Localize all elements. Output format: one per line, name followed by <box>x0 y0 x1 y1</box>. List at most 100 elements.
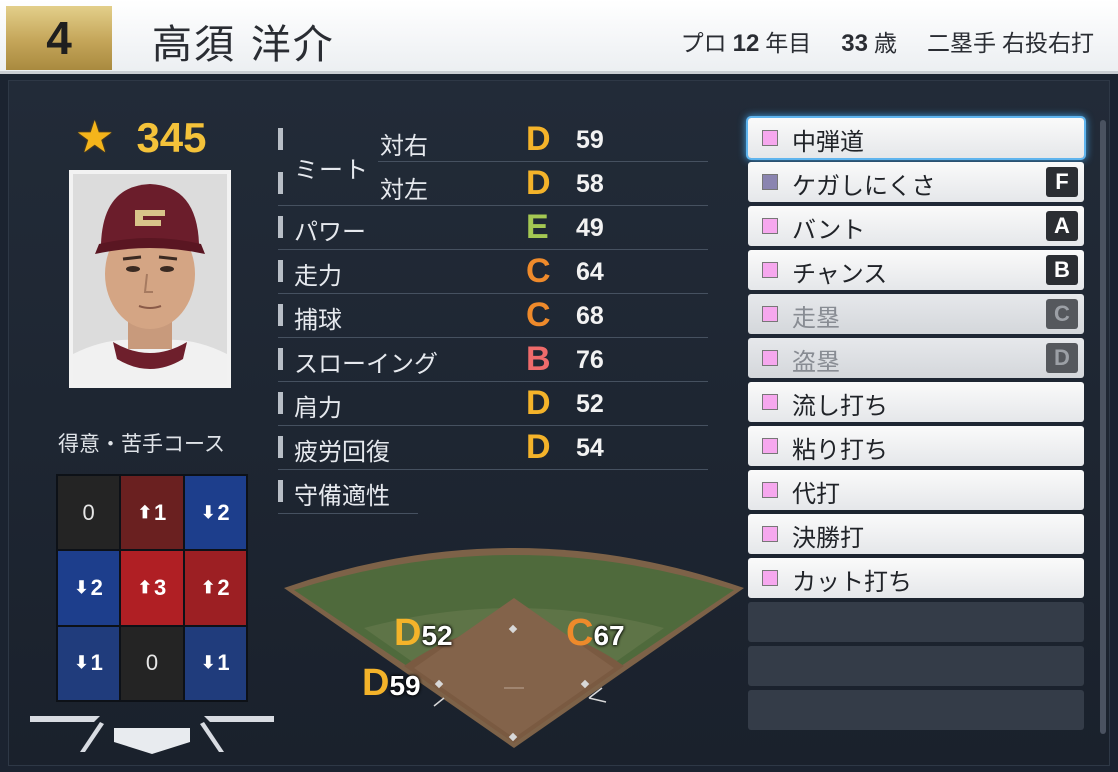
ability-label: 流し打ち <box>792 392 888 420</box>
ability-item[interactable]: 粘り打ち <box>748 426 1084 466</box>
ability-item[interactable]: ケガしにくさ F <box>748 162 1084 202</box>
stat-value: 59 <box>576 126 604 154</box>
abilities-scrollbar[interactable] <box>1100 120 1106 734</box>
player-header: 4 高須 洋介 プロ 12 年目 33 歳 二塁手 右投右打 <box>0 0 1118 74</box>
hot-cold-zone-grid: 0 ⬆ 1 ⬇ 2 ⬇ 2 ⬆ 3 ⬆ 2 ⬇ 1 0 ⬇ 1 <box>56 474 248 702</box>
ability-color-icon <box>762 218 778 234</box>
player-profile: プロ 12 年目 33 歳 二塁手 右投右打 <box>681 24 1094 58</box>
ability-item[interactable]: 決勝打 <box>748 514 1084 554</box>
ability-item[interactable]: 走塁 C <box>748 294 1084 334</box>
position-grade-third-base: D59 <box>362 662 421 704</box>
stat-label: 疲労回復 <box>294 438 390 466</box>
zone-value: 3 <box>153 574 167 600</box>
years-suffix: 年目 <box>765 31 812 57</box>
stat-row-fielding: 捕球 C 68 <box>278 294 708 338</box>
ability-color-icon <box>762 130 778 146</box>
ability-item[interactable]: カット打ち <box>748 558 1084 598</box>
stat-row-power: パワー E 49 <box>278 206 708 250</box>
ability-color-icon <box>762 174 778 190</box>
overall-rating: ★ 345 <box>75 114 207 162</box>
hot-cold-zone-title: 得意・苦手コース <box>58 432 225 456</box>
stat-row-arm: 肩力 D 52 <box>278 382 708 426</box>
ability-grade-badge: A <box>1046 211 1078 241</box>
uniform-number: 4 <box>6 6 112 70</box>
stat-label: 肩力 <box>294 394 342 422</box>
ability-label: 盗塁 <box>792 348 840 376</box>
ability-label: 走塁 <box>792 304 840 332</box>
stat-row-recovery: 疲労回復 D 54 <box>278 426 708 470</box>
stat-value: 49 <box>576 214 604 242</box>
stat-label-vs-right: 対右 <box>380 132 428 160</box>
arrow-up-icon: ⬆ <box>137 577 152 597</box>
stat-value: 76 <box>576 346 604 374</box>
zone-cell: ⬇ 2 <box>184 476 246 550</box>
stat-value: 54 <box>576 434 604 462</box>
stat-grade: D <box>526 164 551 202</box>
pro-years: 12 <box>732 30 760 57</box>
ability-color-icon <box>762 262 778 278</box>
ability-label: 代打 <box>792 480 840 508</box>
player-age: 33 <box>841 30 868 57</box>
position-grade-second-base: C67 <box>566 612 625 654</box>
ability-color-icon <box>762 526 778 542</box>
ability-label: チャンス <box>792 260 888 288</box>
arrow-down-icon: ⬇ <box>201 653 216 673</box>
zone-cell: ⬆ 2 <box>184 551 246 625</box>
zone-value: 2 <box>217 574 230 600</box>
ability-item[interactable]: 流し打ち <box>748 382 1084 422</box>
stat-grade: C <box>526 296 551 334</box>
ability-label: 粘り打ち <box>792 436 888 464</box>
ability-item[interactable]: 盗塁 D <box>748 338 1084 378</box>
ability-label: バント <box>792 216 866 244</box>
stat-grade: D <box>526 428 551 466</box>
zone-value: 2 <box>90 574 103 600</box>
zone-cell: ⬆ 1 <box>121 476 183 550</box>
ability-grade-badge: B <box>1046 255 1078 285</box>
ability-grade-badge: F <box>1046 167 1078 197</box>
ability-grade-badge: C <box>1046 299 1078 329</box>
zone-value: 1 <box>153 499 167 525</box>
player-face-image <box>73 174 227 384</box>
player-position: 二塁手 <box>927 31 996 57</box>
ability-label: カット打ち <box>792 568 912 596</box>
stat-grade: B <box>526 340 551 378</box>
zone-value: 0 <box>82 499 95 525</box>
stat-value: 68 <box>576 302 604 330</box>
baseball-field-diagram <box>284 548 744 748</box>
ability-empty-slot <box>748 602 1084 642</box>
zone-cell: 0 <box>121 626 183 700</box>
stat-grade: E <box>526 208 549 246</box>
zone-cell: ⬇ 1 <box>58 626 120 700</box>
ability-color-icon <box>762 438 778 454</box>
years-prefix: プロ <box>680 31 727 57</box>
ability-item[interactable]: 代打 <box>748 470 1084 510</box>
zone-value: 2 <box>217 499 230 525</box>
stat-grade: D <box>526 120 551 158</box>
stat-label: 走力 <box>294 262 342 290</box>
stat-label: 守備適性 <box>294 482 390 510</box>
position-grade-first-base: D52 <box>394 612 453 654</box>
ability-color-icon <box>762 570 778 586</box>
stat-grade: C <box>526 252 551 290</box>
zone-value: 1 <box>217 650 230 676</box>
ability-label: 中弾道 <box>792 128 864 156</box>
stat-row-speed: 走力 C 64 <box>278 250 708 294</box>
ability-empty-slot <box>748 690 1084 730</box>
zone-value: 0 <box>145 650 159 676</box>
age-suffix: 歳 <box>874 31 897 57</box>
zone-cell: 0 <box>58 476 120 550</box>
stat-row-throwing: スローイング B 76 <box>278 338 708 382</box>
stat-grade: D <box>526 384 551 422</box>
player-name: 高須 洋介 <box>152 22 335 68</box>
stat-label-vs-left: 対左 <box>380 176 428 204</box>
zone-cell: ⬇ 2 <box>58 551 120 625</box>
stat-value: 64 <box>576 258 604 286</box>
ability-item[interactable]: 中弾道 <box>748 118 1084 158</box>
stat-label-meat: ミート <box>294 156 369 184</box>
arrow-up-icon: ⬆ <box>137 502 152 522</box>
zone-value: 1 <box>90 650 103 676</box>
arrow-down-icon: ⬇ <box>74 653 89 673</box>
player-handedness: 右投右打 <box>1002 31 1094 57</box>
ability-item[interactable]: チャンス B <box>748 250 1084 290</box>
ability-item[interactable]: バント A <box>748 206 1084 246</box>
